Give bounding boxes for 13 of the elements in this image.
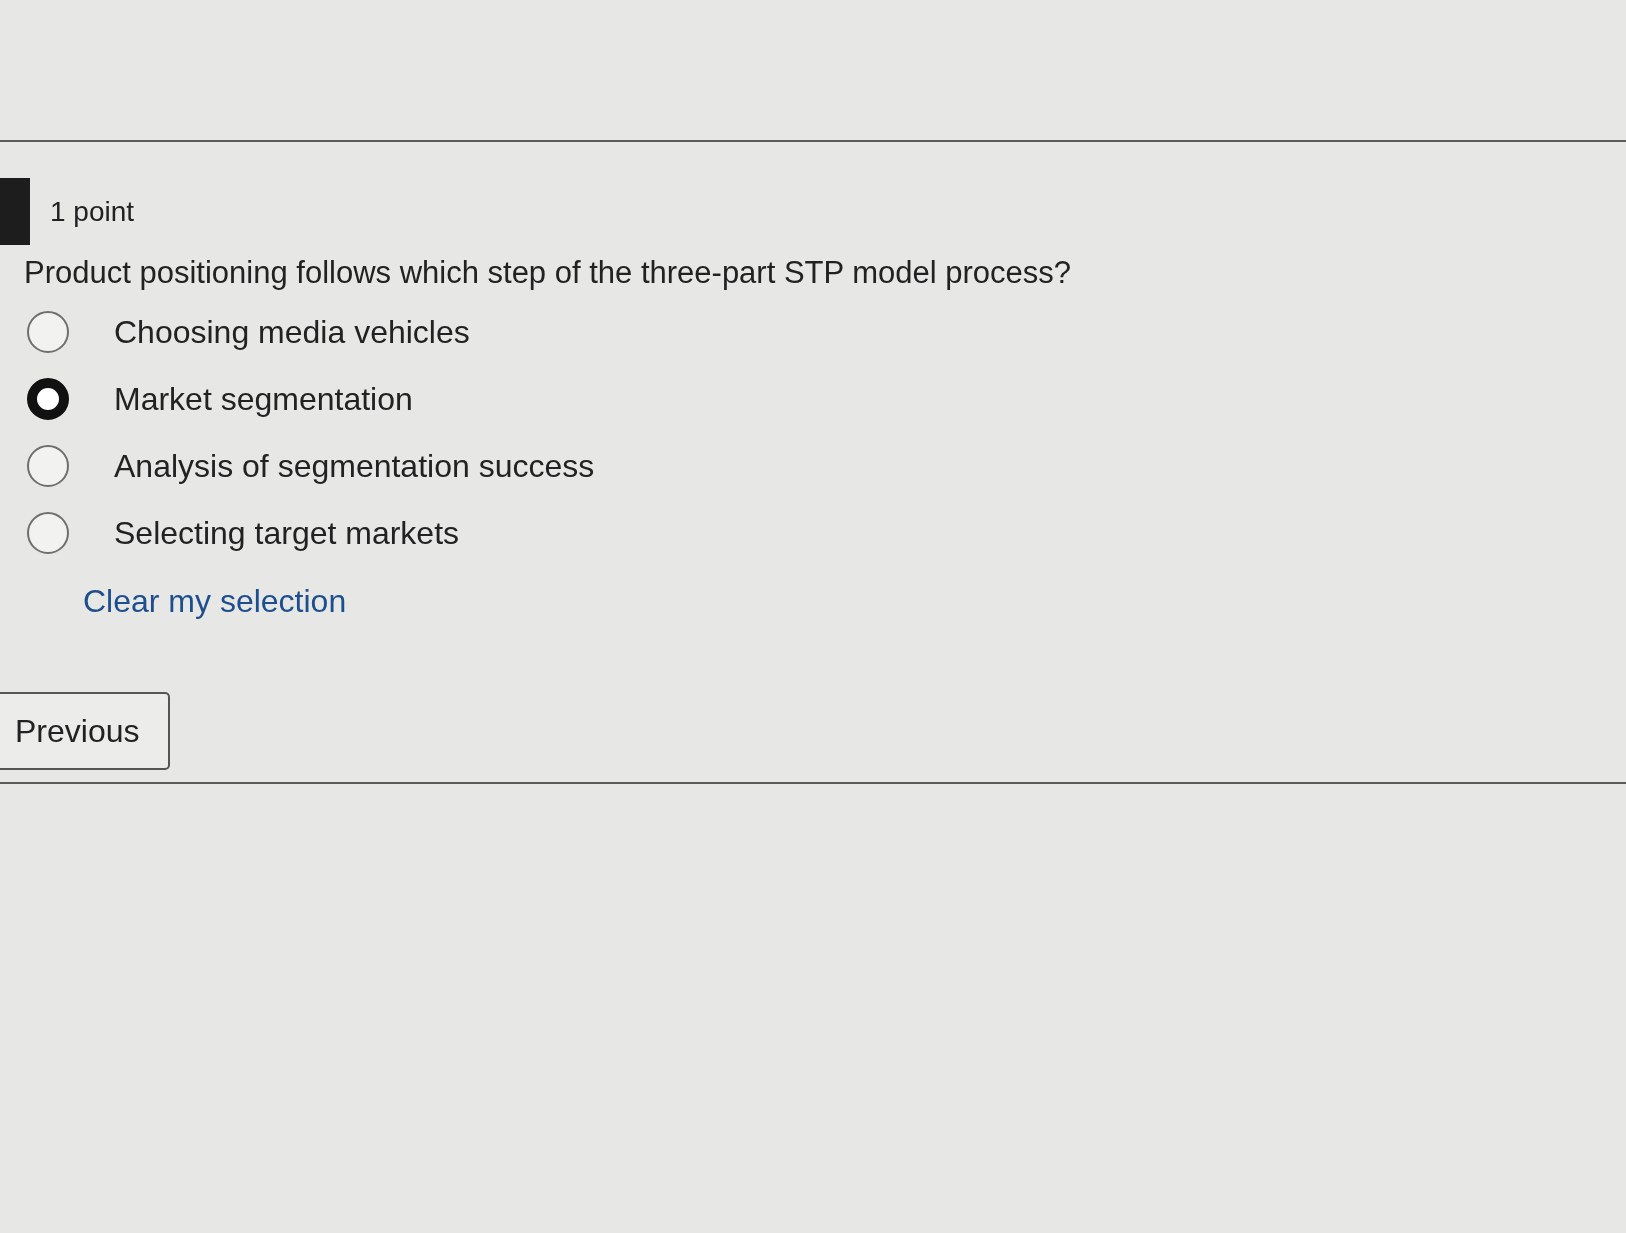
question-text: Product positioning follows which step of the three-part STP model process?	[23, 254, 1072, 292]
radio-button[interactable]	[27, 377, 69, 420]
option-label[interactable]: Analysis of segmentation success	[114, 445, 595, 486]
clear-selection-link[interactable]: Clear my selection	[83, 581, 347, 621]
option-label[interactable]: Choosing media vehicles	[114, 311, 470, 352]
radio-button[interactable]	[27, 444, 69, 487]
previous-button[interactable]: Previous	[0, 692, 170, 770]
radio-button[interactable]	[27, 511, 69, 554]
option-label[interactable]: Market segmentation	[114, 378, 413, 419]
option-label[interactable]: Selecting target markets	[114, 512, 460, 553]
points-label: 1 point	[50, 194, 135, 229]
marker-icon	[0, 178, 30, 245]
radio-button[interactable]	[27, 310, 69, 353]
